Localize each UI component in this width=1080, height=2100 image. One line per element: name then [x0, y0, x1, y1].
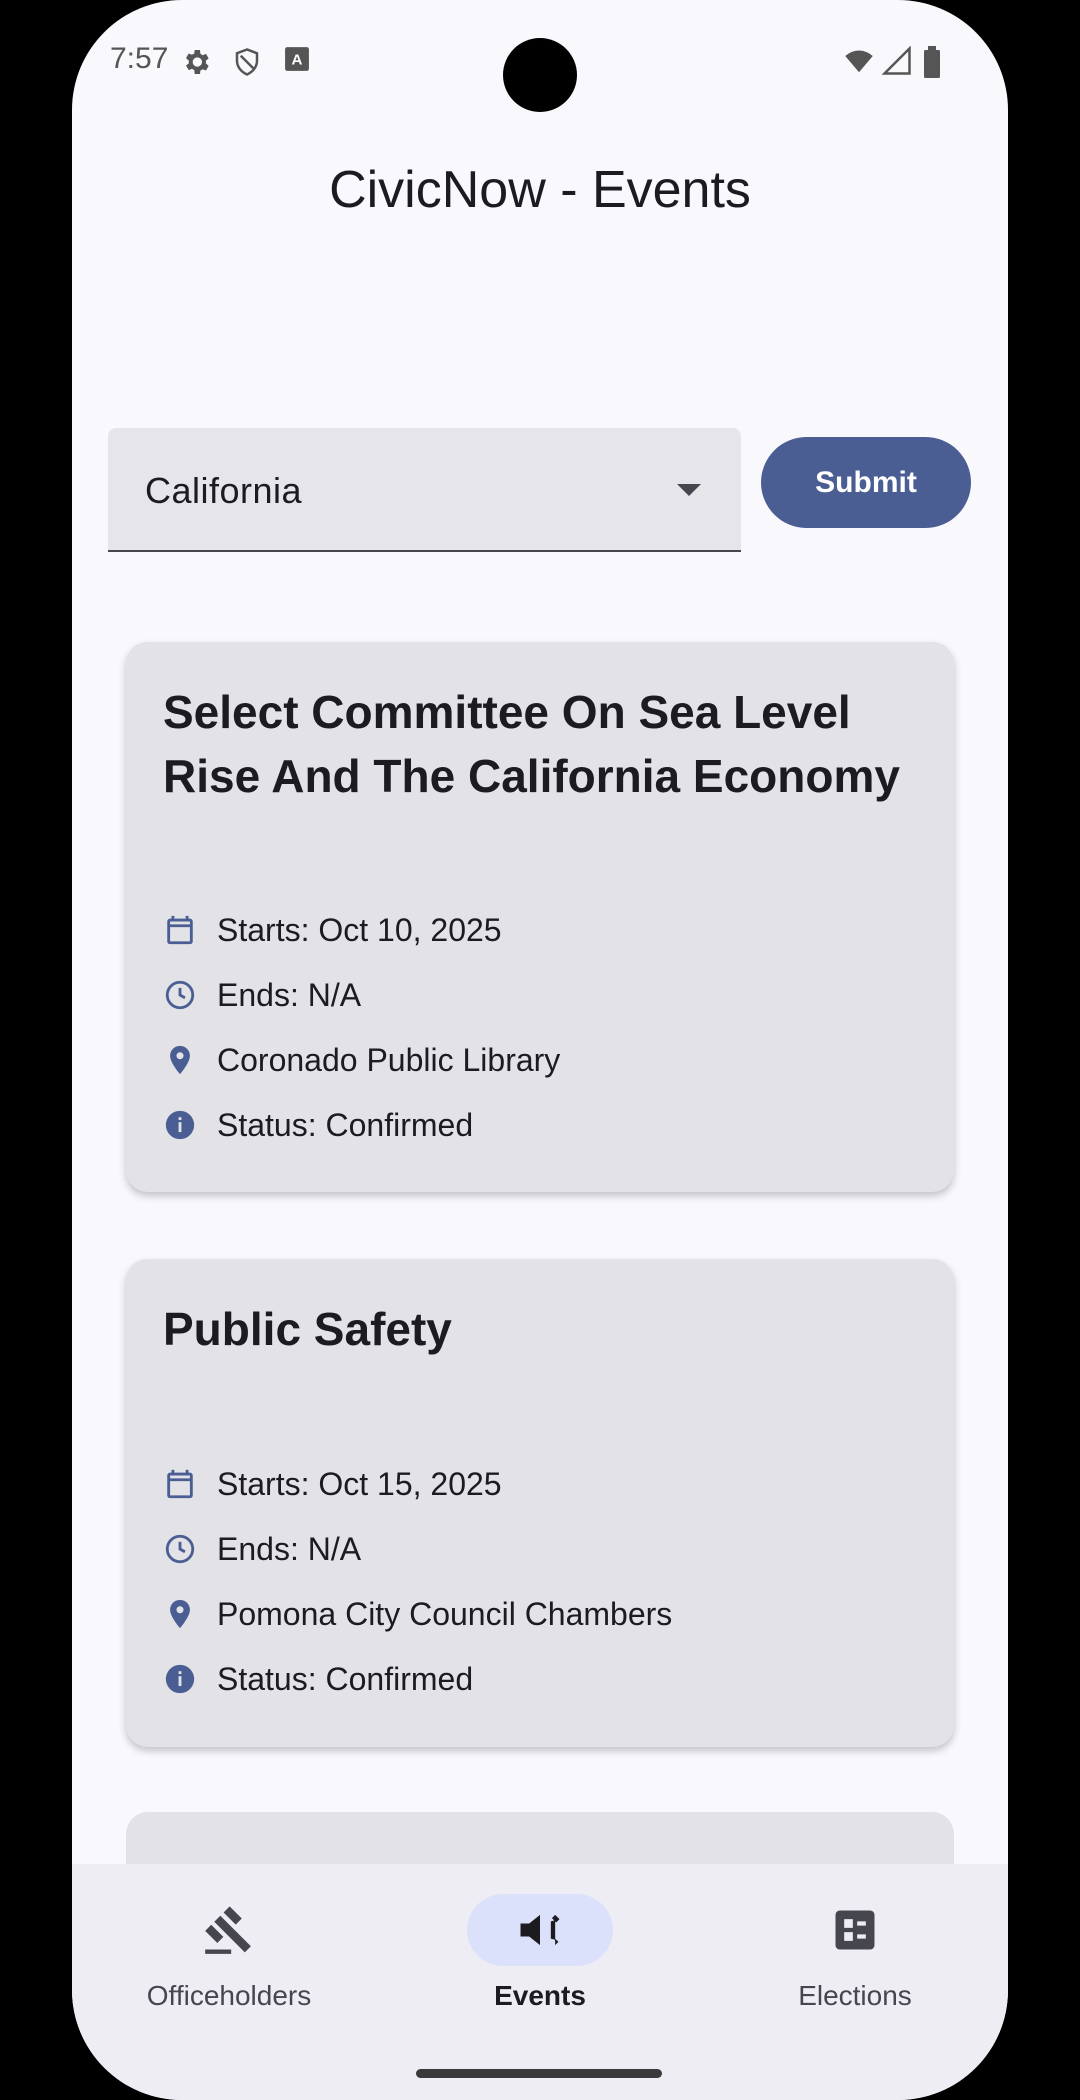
state-dropdown[interactable]: California — [108, 428, 741, 552]
info-icon — [163, 1662, 197, 1696]
event-end-row: Ends: N/A — [163, 1524, 361, 1574]
svg-text:A: A — [292, 51, 303, 68]
ballot-icon — [835, 1910, 875, 1950]
vpn-shield-icon — [235, 48, 259, 76]
status-bar: 7:57 A — [72, 0, 1008, 120]
gavel-icon — [205, 1906, 251, 1954]
bottom-navigation: Officeholders Events Elections — [72, 1864, 1008, 2100]
event-end-row: Ends: N/A — [163, 970, 361, 1020]
event-end: Ends: N/A — [217, 976, 362, 1013]
nav-label-elections: Elections — [798, 1980, 912, 2011]
event-start: Starts: Oct 15, 2025 — [217, 1465, 502, 1502]
location-pin-icon — [163, 1597, 197, 1631]
event-title: Select Committee On Sea Level Rise And T… — [163, 686, 900, 802]
location-pin-icon — [163, 1043, 197, 1077]
event-start-row: Starts: Oct 15, 2025 — [163, 1459, 502, 1509]
keyboard-a-icon: A — [285, 47, 309, 71]
page-title: CivicNow - Events — [329, 161, 751, 219]
event-location-row: Pomona City Council Chambers — [163, 1589, 672, 1639]
submit-button[interactable]: Submit — [761, 437, 971, 528]
event-status-row: Status: Confirmed — [163, 1654, 473, 1704]
cell-signal-icon — [882, 46, 911, 75]
settings-icon — [186, 50, 209, 74]
campaign-icon — [520, 1914, 560, 1946]
event-start: Starts: Oct 10, 2025 — [217, 911, 502, 948]
event-card[interactable]: Public Safety Starts: Oct 15, 2025 Ends:… — [126, 1259, 954, 1747]
gesture-handle[interactable] — [416, 2069, 662, 2078]
clock-icon — [163, 978, 197, 1012]
event-card[interactable]: Select Committee On Sea Level Rise And T… — [126, 642, 954, 1192]
nav-label-officeholders: Officeholders — [146, 1980, 312, 2011]
clock-icon — [163, 1532, 197, 1566]
calendar-icon — [163, 1467, 197, 1501]
event-location-row: Coronado Public Library — [163, 1035, 560, 1085]
event-start-row: Starts: Oct 10, 2025 — [163, 905, 502, 955]
nav-item-officeholders[interactable]: Officeholders — [79, 1894, 379, 2012]
front-camera — [503, 38, 577, 112]
event-title: Public Safety — [163, 1303, 452, 1355]
event-end: Ends: N/A — [217, 1530, 362, 1567]
event-status-row: Status: Confirmed — [163, 1100, 473, 1150]
event-status: Status: Confirmed — [217, 1660, 474, 1697]
wifi-icon — [845, 50, 873, 73]
event-status: Status: Confirmed — [217, 1106, 474, 1143]
dropdown-arrow-icon — [677, 484, 701, 496]
calendar-icon — [163, 913, 197, 947]
nav-active-indicator — [467, 1894, 613, 1966]
status-time: 7:57 — [110, 42, 169, 75]
info-icon — [163, 1108, 197, 1142]
battery-icon — [924, 46, 940, 78]
nav-label-events: Events — [494, 1980, 586, 2011]
phone-screen: 7:57 A CivicNow - Events California Subm… — [72, 0, 1008, 2100]
state-dropdown-value: California — [145, 470, 303, 511]
event-location: Coronado Public Library — [217, 1041, 561, 1078]
nav-item-events[interactable]: Events — [390, 1894, 690, 2012]
nav-item-elections[interactable]: Elections — [705, 1894, 1005, 2012]
event-location: Pomona City Council Chambers — [217, 1595, 673, 1632]
